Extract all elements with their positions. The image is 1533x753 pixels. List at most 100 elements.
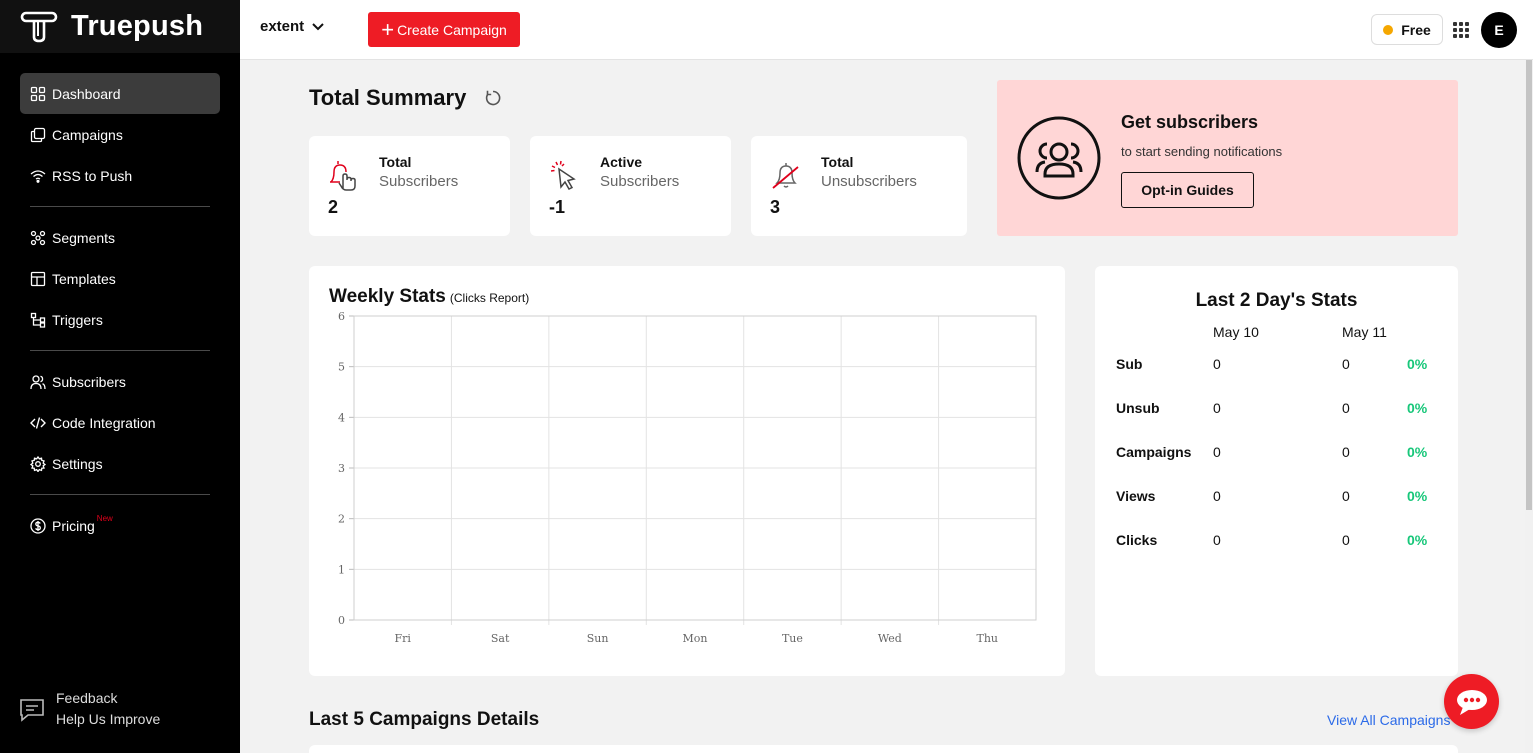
refresh-icon[interactable] [484,89,502,107]
scrollbar-thumb[interactable] [1526,60,1532,510]
weekly-stats-card: Weekly Stats (Clicks Report) 0 1 2 3 4 5 6 Fri Sa… [309,266,1065,676]
avatar[interactable]: E [1481,12,1517,48]
grid-icon [30,86,46,101]
weekly-title-text: Weekly Stats [329,286,446,307]
row-label: Views [1116,488,1156,504]
segments-icon [30,230,46,245]
x-tick-label: Fri [395,632,412,645]
column-header-day-2: May 11 [1342,324,1387,340]
card-value: 2 [328,197,339,217]
x-tick-label: Tue [782,632,803,645]
brand-name: Truepush [71,10,204,42]
sidebar-item-segments[interactable]: Segments [20,217,220,258]
plan-label: Free [1401,21,1431,38]
chat-button[interactable] [1444,674,1499,729]
banner-title: Get subscribers [1121,112,1259,132]
y-tick-label: 4 [338,411,345,424]
apps-grid-icon[interactable] [1453,22,1469,38]
sidebar-item-rss-to-push[interactable]: RSS to Push [20,155,220,196]
sidebar-item-label: RSS to Push [52,167,133,184]
new-badge: New [96,514,113,523]
users-icon [30,374,46,389]
message-icon [20,699,44,722]
site-name: extent [260,18,305,35]
topbar: extent + Create Campaign Free E [240,0,1533,60]
sidebar-item-templates[interactable]: Templates [20,258,220,299]
divider [30,350,210,351]
page-title: Total Summary [309,85,467,110]
sidebar-item-label: Templates [52,270,116,287]
campaigns-table-card [309,745,1458,753]
sidebar-item-label: Code Integration [52,414,156,431]
card-label-1: Active [600,154,643,170]
y-tick-label: 5 [338,361,345,374]
sidebar-item-label: Subscribers [52,373,126,390]
sidebar-item-label: Pricing [52,517,95,534]
sidebar-item-label: Dashboard [52,85,121,102]
create-campaign-button[interactable]: + Create Campaign [368,12,520,47]
template-icon [30,271,46,286]
sidebar-item-label: Triggers [52,311,103,328]
stats-row: Views 0 0 0% [1116,488,1436,508]
x-tick-label: Wed [878,632,902,645]
total-unsubscribers-card: Total Unsubscribers 3 [751,136,967,236]
sidebar-item-settings[interactable]: Settings [20,443,220,484]
row-label: Sub [1116,356,1143,372]
brand[interactable]: Truepush [0,0,240,53]
create-campaign-label: Create Campaign [397,21,507,38]
view-all-campaigns-link[interactable]: View All Campaigns [1327,712,1450,728]
site-selector[interactable]: extent [260,18,324,35]
subscribers-group-icon [1017,116,1101,200]
campaigns-section-title: Last 5 Campaigns Details [309,709,540,730]
sidebar-item-code-integration[interactable]: Code Integration [20,402,220,443]
chevron-down-icon [312,22,324,30]
wifi-icon [30,169,46,183]
status-dot-icon [1383,24,1394,35]
sidebar-item-campaigns[interactable]: Campaigns [20,114,220,155]
divider [30,206,210,207]
sidebar-item-pricing[interactable]: Pricing New [20,505,220,546]
scrollbar[interactable] [1525,60,1533,753]
day-2-value: 0 [1342,356,1350,372]
divider [30,494,210,495]
plan-badge[interactable]: Free [1371,14,1443,45]
stats-row: Campaigns 0 0 0% [1116,444,1436,464]
sidebar-item-label: Segments [52,229,116,246]
y-tick-label: 1 [338,563,345,576]
total-subscribers-card: Total Subscribers 2 [309,136,510,236]
sidebar-item-subscribers[interactable]: Subscribers [20,361,220,402]
weekly-stats-title: Weekly Stats (Clicks Report) [329,286,529,308]
day-2-value: 0 [1342,444,1350,460]
feedback-link[interactable]: Feedback Help Us Improve [18,690,160,727]
card-label-2: Unsubscribers [821,173,917,190]
y-tick-label: 6 [338,310,345,323]
day-1-value: 0 [1213,488,1221,504]
sidebar: Truepush Dashboard Campaigns RSS to Push… [0,0,240,753]
gear-icon [30,455,46,472]
day-1-value: 0 [1213,444,1221,460]
sidebar-item-dashboard[interactable]: Dashboard [20,73,220,114]
sidebar-nav: Dashboard Campaigns RSS to Push Segments… [20,73,220,546]
change-percent: 0% [1407,488,1428,504]
card-value: 3 [770,197,781,217]
opt-in-guides-button[interactable]: Opt-in Guides [1121,172,1254,208]
card-label-2: Subscribers [600,173,680,190]
day-2-value: 0 [1342,400,1350,416]
change-percent: 0% [1407,400,1428,416]
card-label-1: Total [821,154,854,170]
summary-header: Total Summary [309,85,502,111]
bell-hand-icon [330,161,356,191]
cursor-click-icon [550,160,576,190]
stats-row: Sub 0 0 0% [1116,356,1436,376]
y-tick-label: 3 [338,462,345,475]
stats-row: Clicks 0 0 0% [1116,532,1436,552]
sidebar-item-triggers[interactable]: Triggers [20,299,220,340]
card-label-2: Subscribers [379,173,459,190]
day-1-value: 0 [1213,532,1221,548]
day-2-value: 0 [1342,488,1350,504]
banner-subtitle: to start sending notifications [1121,144,1283,159]
row-label: Unsub [1116,400,1160,416]
copy-icon [30,127,46,142]
x-tick-label: Sun [587,632,609,645]
feedback-subtitle: Help Us Improve [56,711,161,727]
